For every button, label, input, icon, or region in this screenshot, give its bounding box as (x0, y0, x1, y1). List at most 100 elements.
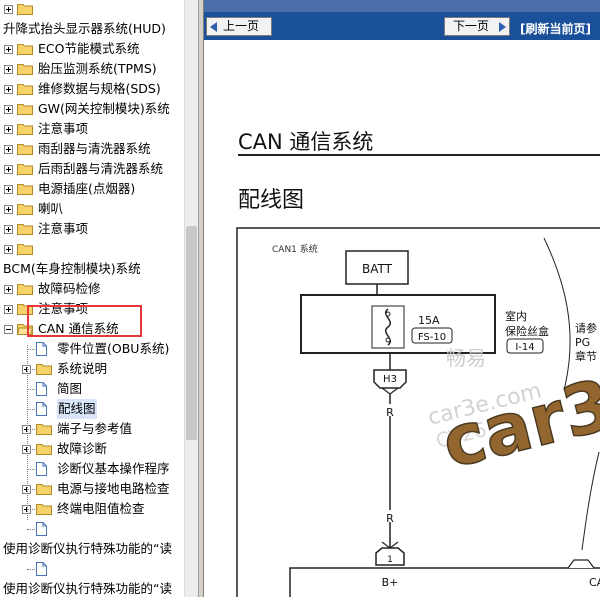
folder-icon (36, 444, 52, 455)
folder-icon (17, 224, 33, 235)
tree-item[interactable]: 注意事项 (0, 219, 184, 239)
expand-icon[interactable] (4, 225, 13, 234)
ref-curve-lower (581, 451, 600, 551)
folder-icon (17, 284, 33, 295)
selection-highlight-box (27, 305, 142, 337)
tree-item-label-selected[interactable]: 配线图 (57, 399, 97, 419)
tree-guide-h (27, 409, 35, 410)
folder-icon (17, 4, 33, 15)
expand-icon[interactable] (4, 65, 13, 74)
expand-icon[interactable] (4, 105, 13, 114)
expand-icon[interactable] (4, 5, 13, 14)
tree-item-label[interactable]: 电源插座(点烟器) (38, 179, 135, 199)
folder-icon (17, 184, 33, 195)
refresh-page-link[interactable]: [刷新当前页] (520, 20, 591, 37)
section-title: 配线图 (238, 188, 305, 213)
tree-item-label[interactable]: 维修数据与规格(SDS) (38, 79, 161, 99)
prev-page-button[interactable]: 上一页 (206, 17, 272, 36)
tree-item-label[interactable]: GW(网关控制模块)系统 (38, 99, 170, 119)
expand-icon[interactable] (4, 305, 13, 314)
tree-item-label[interactable]: 注意事项 (38, 219, 88, 239)
expand-icon[interactable] (4, 125, 13, 134)
folder-icon (17, 124, 33, 135)
document-icon (36, 562, 47, 576)
expand-icon[interactable] (4, 85, 13, 94)
document-icon (36, 522, 47, 536)
tree-item-label[interactable]: 系统说明 (57, 359, 107, 379)
title-underline (238, 154, 600, 156)
document-toolbar: 上一页 下一页 [刷新当前页] (204, 12, 600, 40)
expand-icon[interactable] (4, 285, 13, 294)
tree-item-label[interactable]: 电源与接地电路检查 (57, 479, 170, 499)
fuse-amperage: 15A (418, 314, 440, 327)
folder-icon (17, 84, 33, 95)
fuse-dot-bottom (385, 337, 391, 343)
tree-item-label[interactable]: 终端电阻值检查 (57, 499, 145, 519)
tree-item-label[interactable]: ECO节能模式系统 (38, 39, 139, 59)
tree-item-label[interactable]: 零件位置(OBU系统) (57, 339, 169, 359)
tree-guide-h (27, 569, 35, 570)
folder-icon (17, 144, 33, 155)
tree-scrollbar-thumb[interactable] (186, 226, 197, 440)
expand-icon[interactable] (4, 165, 13, 174)
tree-scrollbar[interactable] (184, 0, 198, 597)
tree-item-label[interactable]: 诊断仪基本操作程序 (57, 459, 170, 479)
tree-item-label[interactable]: 简图 (57, 379, 82, 399)
module-terminal-b-plus: B+ (382, 576, 399, 589)
tree-item-label[interactable]: BCM(车身控制模块)系统 (3, 259, 141, 279)
fuse-box-label-2: 保险丝盒 (505, 324, 549, 338)
collapse-icon[interactable] (4, 325, 13, 334)
tree-item-label[interactable]: 升降式抬头显示器系统(HUD) (3, 19, 166, 39)
tree-item[interactable]: 升降式抬头显示器系统(HUD) (0, 19, 184, 39)
tree-item[interactable]: 喇叭 (0, 199, 184, 219)
tree-item-label[interactable]: 端子与参考值 (57, 419, 132, 439)
tree-item-label[interactable]: 后雨刮器与清洗器系统 (38, 159, 163, 179)
tree-item[interactable]: 雨刮器与清洗器系统 (0, 139, 184, 159)
expand-icon[interactable] (4, 245, 13, 254)
expand-icon[interactable] (4, 145, 13, 154)
tree-item[interactable] (0, 239, 184, 259)
tree-item-label[interactable]: 使用诊断仪执行特殊功能的“读 (3, 579, 172, 597)
expand-icon[interactable] (4, 185, 13, 194)
module-terminal-right: CA (589, 576, 600, 589)
folder-icon (17, 44, 33, 55)
document-icon (36, 402, 47, 416)
tree-item-label[interactable]: 胎压监测系统(TPMS) (38, 59, 157, 79)
tree-item[interactable]: GW(网关控制模块)系统 (0, 99, 184, 119)
tree-guide-h (27, 509, 35, 510)
arrow-right-icon (499, 22, 506, 32)
wire-color-label-1: R (386, 406, 394, 419)
tree-item[interactable]: 电源插座(点烟器) (0, 179, 184, 199)
tree-item[interactable]: 维修数据与规格(SDS) (0, 79, 184, 99)
fuse-box-conn: I-14 (515, 342, 534, 353)
page-title: CAN 通信系统 (238, 130, 374, 154)
tree-item[interactable]: 故障码检修 (0, 279, 184, 299)
document-icon (36, 382, 47, 396)
fuse-id: FS-10 (418, 332, 446, 343)
tree-item-label[interactable]: 喇叭 (38, 199, 63, 219)
tree-item[interactable]: 胎压监测系统(TPMS) (0, 59, 184, 79)
tree-item-label[interactable]: 注意事项 (38, 119, 88, 139)
tree-item-label[interactable]: 雨刮器与清洗器系统 (38, 139, 151, 159)
tree-item[interactable]: ECO节能模式系统 (0, 39, 184, 59)
expand-icon[interactable] (4, 45, 13, 54)
tree-item[interactable]: 注意事项 (0, 119, 184, 139)
expand-icon[interactable] (4, 205, 13, 214)
tree-item-label[interactable]: 故障诊断 (57, 439, 107, 459)
next-page-button[interactable]: 下一页 (444, 17, 510, 36)
tree-item[interactable]: BCM(车身控制模块)系统 (0, 259, 184, 279)
diagram-header: CAN1 系统 (272, 243, 318, 255)
tree-item-label[interactable]: 故障码检修 (38, 279, 101, 299)
side-label-2: PG (575, 336, 590, 349)
tree-guide-h (27, 369, 35, 370)
document-pane: 上一页 下一页 [刷新当前页] CAN 通信系统 配线图 CAN1 系统 BAT… (204, 0, 600, 597)
arrow-left-icon (210, 22, 217, 32)
top-strip (204, 0, 600, 12)
tree-item[interactable]: 使用诊断仪执行特殊功能的“读 (0, 539, 184, 559)
tree-item[interactable] (0, 0, 184, 19)
tree-item[interactable]: 后雨刮器与清洗器系统 (0, 159, 184, 179)
tree-item[interactable]: 使用诊断仪执行特殊功能的“读 (0, 579, 184, 597)
wire-color-label-2: R (386, 512, 394, 525)
tree-item-label[interactable]: 使用诊断仪执行特殊功能的“读 (3, 539, 172, 559)
folder-icon (36, 424, 52, 435)
